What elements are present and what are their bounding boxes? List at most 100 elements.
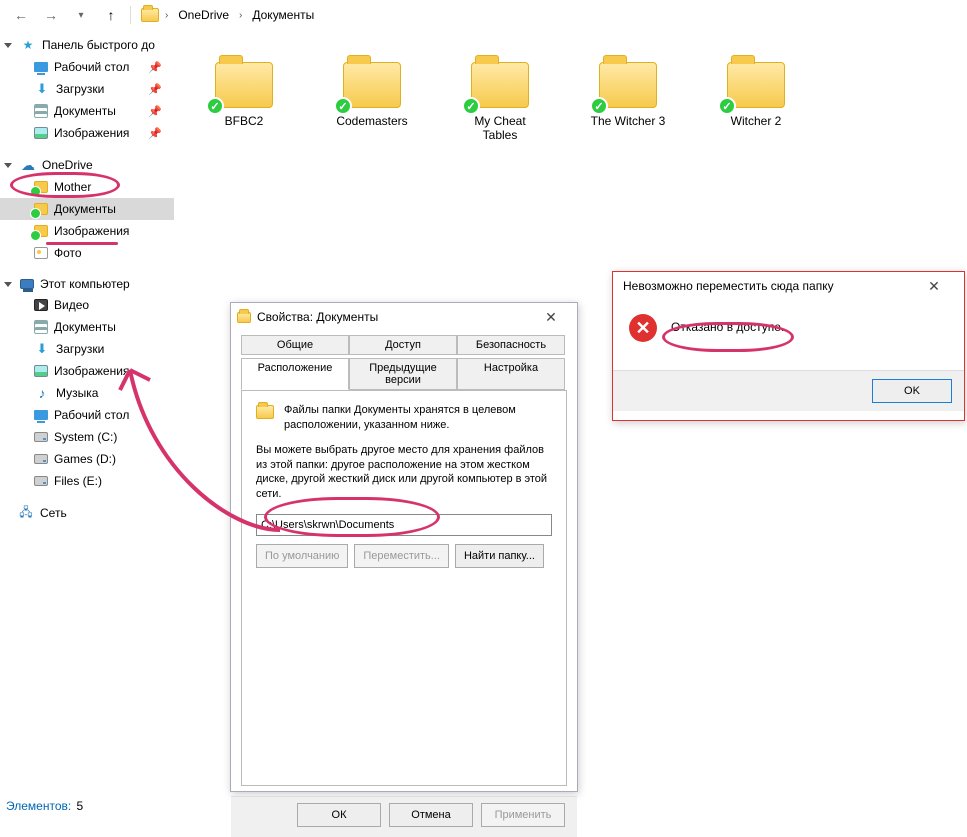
sidebar-item[interactable]: Рабочий стол [0,404,174,426]
sidebar-item[interactable]: Фото [0,242,174,264]
folder-icon [141,8,159,22]
folder-label: BFBC2 [225,114,264,128]
tab-previous-versions[interactable]: Предыдущие версии [349,358,457,390]
sidebar-item[interactable]: Документы📌 [0,100,174,122]
sidebar-item[interactable]: Games (D:) [0,448,174,470]
recent-dropdown[interactable]: ▾ [68,2,94,28]
find-target-button[interactable]: Найти папку... [455,544,544,568]
folder-icon [599,62,657,108]
quick-access-header[interactable]: ★ Панель быстрого до [0,34,174,56]
sidebar-item-label: Видео [54,298,89,312]
sidebar-item-label: Документы [54,320,116,334]
network-header[interactable]: Сеть [0,502,174,524]
pin-icon: 📌 [148,127,162,140]
folder-icon [727,62,785,108]
breadcrumb[interactable]: › OneDrive › Документы [141,6,318,24]
chevron-right-icon[interactable]: › [161,10,172,21]
folder-item[interactable]: The Witcher 3 [588,56,668,142]
folder-item[interactable]: BFBC2 [204,56,284,142]
close-button[interactable]: ✕ [531,305,571,329]
group-label: OneDrive [42,158,93,172]
sidebar-item[interactable]: Mother [0,176,174,198]
onedrive-header[interactable]: OneDrive [0,154,174,176]
sidebar-item[interactable]: System (C:) [0,426,174,448]
sidebar-item[interactable]: Изображения📌 [0,122,174,144]
back-button[interactable]: ← [8,2,34,28]
breadcrumb-root[interactable]: OneDrive [174,6,233,24]
move-button[interactable]: Переместить... [354,544,449,568]
status-count: 5 [77,799,84,813]
music-icon [34,385,50,401]
dialog-title: Свойства: Документы [257,310,378,324]
folder-item[interactable]: My Cheat Tables [460,56,540,142]
sidebar-item-label: Mother [54,180,91,194]
folder-item[interactable]: Witcher 2 [716,56,796,142]
sync-ok-icon [462,97,480,115]
breadcrumb-current[interactable]: Документы [248,6,318,24]
dialog-titlebar[interactable]: Невозможно переместить сюда папку ✕ [613,272,964,300]
download-icon [34,341,50,357]
drive-icon [34,476,48,486]
tab-security[interactable]: Безопасность [457,335,565,355]
sidebar-item[interactable]: Музыка [0,382,174,404]
syncfolder-icon [34,203,48,215]
sidebar-item[interactable]: Загрузки [0,338,174,360]
dialog-titlebar[interactable]: Свойства: Документы ✕ [231,303,577,331]
folder-icon [215,62,273,108]
expand-icon [4,282,12,287]
sidebar-item-label: Изображения [54,364,129,378]
tab-access[interactable]: Доступ [349,335,457,355]
nav-sidebar: ★ Панель быстрого до Рабочий стол📌Загруз… [0,30,174,790]
sync-ok-icon [334,97,352,115]
apply-button[interactable]: Применить [481,803,565,827]
folder-icon [343,62,401,108]
desktop-icon [34,410,48,420]
this-pc-header[interactable]: Этот компьютер [0,274,174,294]
error-icon: ✕ [629,314,657,342]
cancel-button[interactable]: Отмена [389,803,473,827]
tab-content: Файлы папки Документы хранятся в целевом… [241,390,567,786]
sidebar-item[interactable]: Документы [0,316,174,338]
sidebar-item-label: Рабочий стол [54,408,129,422]
chevron-right-icon[interactable]: › [235,10,246,21]
sidebar-item-label: Рабочий стол [54,60,129,74]
forward-button: → [38,2,64,28]
expand-icon [4,163,12,168]
photo-icon [34,247,48,259]
ok-button[interactable]: OK [872,379,952,403]
group-label: Сеть [40,506,67,520]
sync-ok-icon [206,97,224,115]
folder-icon [256,405,274,419]
pc-icon [20,279,34,289]
sidebar-item-label: Изображения [54,224,129,238]
status-label: Элементов: [6,799,71,813]
tab-location[interactable]: Расположение [241,358,349,390]
separator [130,6,131,24]
img-icon [34,365,48,377]
folder-label: The Witcher 3 [591,114,666,128]
sidebar-item[interactable]: Видео [0,294,174,316]
sidebar-item[interactable]: Документы [0,198,174,220]
close-button[interactable]: ✕ [914,274,954,298]
up-button[interactable]: ↑ [98,2,124,28]
sidebar-item[interactable]: Изображения [0,360,174,382]
tab-general[interactable]: Общие [241,335,349,355]
tab-row: Расположение Предыдущие версии Настройка [231,354,577,390]
sidebar-item[interactable]: Рабочий стол📌 [0,56,174,78]
folder-item[interactable]: Codemasters [332,56,412,142]
folder-label: Codemasters [336,114,407,128]
tab-settings[interactable]: Настройка [457,358,565,390]
ok-button[interactable]: ОК [297,803,381,827]
location-desc1: Файлы папки Документы хранятся в целевом… [284,403,552,433]
restore-default-button[interactable]: По умолчанию [256,544,348,568]
path-input[interactable] [256,514,552,536]
dialog-title: Невозможно переместить сюда папку [623,279,834,293]
sidebar-item[interactable]: Загрузки📌 [0,78,174,100]
sidebar-item-label: System (C:) [54,430,117,444]
doc-icon [34,104,48,118]
sidebar-item[interactable]: Изображения [0,220,174,242]
drive-icon [34,454,48,464]
location-desc2: Вы можете выбрать другое место для хране… [256,443,552,502]
group-label: Панель быстрого до [42,38,155,52]
sidebar-item[interactable]: Files (E:) [0,470,174,492]
